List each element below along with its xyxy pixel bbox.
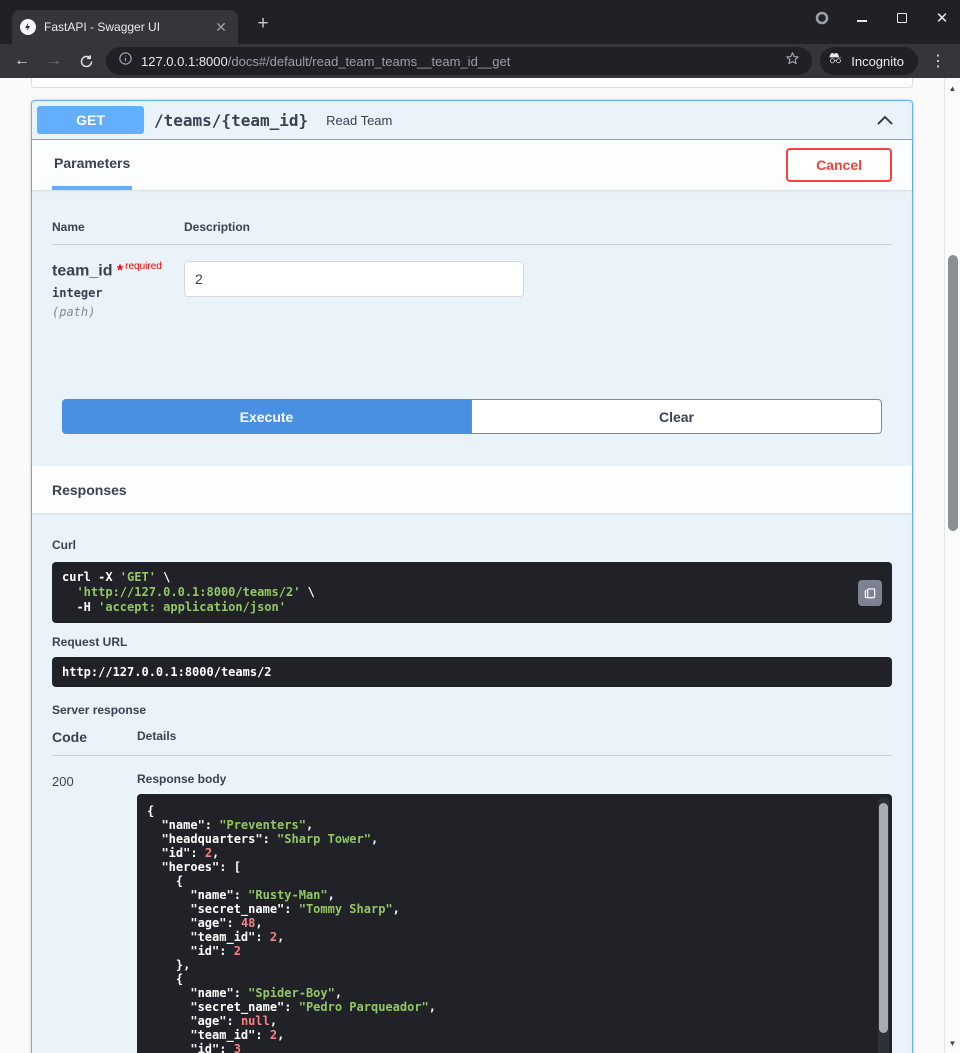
response-body-codeblock: { "name": "Preventers", "headquarters": … — [137, 794, 892, 1053]
page-viewport: GET /teams/{team_id} Read Team Parameter… — [0, 78, 960, 1053]
curl-label: Curl — [52, 538, 892, 552]
copy-to-clipboard-icon[interactable] — [858, 580, 882, 606]
execute-row: Execute Clear — [32, 399, 912, 454]
scroll-up-icon[interactable]: ▲ — [945, 81, 960, 95]
previous-section-edge — [31, 78, 913, 88]
parameter-description-cell — [184, 261, 524, 319]
parameter-row: team_id *required integer (path) — [52, 245, 892, 379]
responses-header: Responses — [32, 466, 912, 513]
response-body-scrollbar-thumb[interactable] — [879, 803, 888, 1033]
request-url-value: http://127.0.0.1:8000/teams/2 — [52, 657, 892, 687]
required-label: required — [125, 261, 162, 272]
endpoint-path: /teams/{team_id} — [154, 111, 308, 130]
tab-parameters[interactable]: Parameters — [52, 140, 132, 190]
url-path: /docs#/default/read_team_teams__team_id_… — [228, 54, 511, 69]
page-scrollbar-thumb[interactable] — [948, 255, 958, 531]
minimize-icon[interactable] — [854, 10, 870, 26]
window-controls: ✕ — [814, 0, 950, 36]
responses-title: Responses — [52, 482, 127, 498]
scroll-down-icon[interactable]: ▼ — [945, 1036, 960, 1050]
responses-area: Curl curl -X 'GET' \ 'http://127.0.0.1:8… — [32, 513, 912, 1053]
forward-icon[interactable]: → — [42, 49, 66, 73]
name-column-header: Name — [52, 220, 184, 234]
response-body-scrollbar[interactable] — [878, 797, 889, 1053]
response-body-label: Response body — [137, 772, 892, 786]
fastapi-favicon-icon — [20, 19, 36, 35]
new-tab-icon[interactable]: + — [250, 11, 276, 37]
server-response-label: Server response — [52, 703, 892, 717]
bookmark-star-icon[interactable] — [785, 51, 800, 71]
status-code: 200 — [52, 772, 137, 1053]
kebab-menu-icon[interactable]: ⋮ — [926, 49, 950, 73]
response-table-head: Code Details — [52, 729, 892, 756]
tab-title: FastAPI - Swagger UI — [44, 20, 204, 34]
description-column-header: Description — [184, 220, 250, 234]
info-icon[interactable] — [118, 51, 133, 71]
cancel-button[interactable]: Cancel — [786, 148, 892, 182]
details-column-header: Details — [137, 729, 176, 745]
maximize-icon[interactable] — [894, 10, 910, 26]
browser-tab[interactable]: FastAPI - Swagger UI ✕ — [12, 10, 238, 44]
url-host: 127.0.0.1:8000 — [141, 54, 228, 69]
opblock-summary[interactable]: GET /teams/{team_id} Read Team — [32, 101, 912, 140]
browser-tab-bar: FastAPI - Swagger UI ✕ + ✕ — [0, 0, 960, 44]
parameter-location: (path) — [52, 305, 184, 319]
method-badge[interactable]: GET — [37, 106, 144, 134]
tab-close-icon[interactable]: ✕ — [212, 18, 230, 36]
code-column-header: Code — [52, 729, 137, 745]
request-url-label: Request URL — [52, 635, 892, 649]
back-icon[interactable]: ← — [10, 49, 34, 73]
parameters-area: Name Description team_id *required integ… — [32, 190, 912, 399]
incognito-badge: Incognito — [820, 47, 918, 75]
response-details-cell: Response body { "name": "Preventers", "h… — [137, 772, 892, 1053]
required-star: * — [117, 262, 123, 279]
team-id-input[interactable] — [184, 261, 524, 297]
address-bar[interactable]: 127.0.0.1:8000/docs#/default/read_team_t… — [106, 47, 812, 75]
swagger-page: GET /teams/{team_id} Read Team Parameter… — [0, 78, 944, 1053]
incognito-icon — [827, 51, 844, 71]
opblock-get-teams: GET /teams/{team_id} Read Team Parameter… — [31, 100, 913, 1053]
parameters-table-head: Name Description — [52, 220, 892, 245]
execute-button[interactable]: Execute — [62, 399, 471, 434]
reload-icon[interactable] — [74, 49, 98, 73]
chevron-up-icon[interactable] — [877, 116, 893, 125]
page-scrollbar[interactable]: ▲ ▼ — [944, 78, 960, 1053]
clear-button[interactable]: Clear — [471, 399, 882, 434]
curl-codeblock: curl -X 'GET' \ 'http://127.0.0.1:8000/t… — [52, 562, 892, 623]
parameters-header: Parameters Cancel — [32, 140, 912, 190]
parameter-name-cell: team_id *required integer (path) — [52, 261, 184, 319]
incognito-label: Incognito — [851, 54, 904, 69]
endpoint-summary: Read Team — [326, 113, 877, 128]
update-status-icon[interactable] — [814, 10, 830, 26]
response-row: 200 Response body { "name": "Preventers"… — [52, 756, 892, 1053]
parameter-type: integer — [52, 286, 184, 300]
close-window-icon[interactable]: ✕ — [934, 10, 950, 26]
browser-navbar: ← → 127.0.0.1:8000/docs#/default/read_te… — [0, 44, 960, 78]
parameter-name: team_id *required — [52, 261, 184, 280]
url-text[interactable]: 127.0.0.1:8000/docs#/default/read_team_t… — [141, 54, 777, 69]
